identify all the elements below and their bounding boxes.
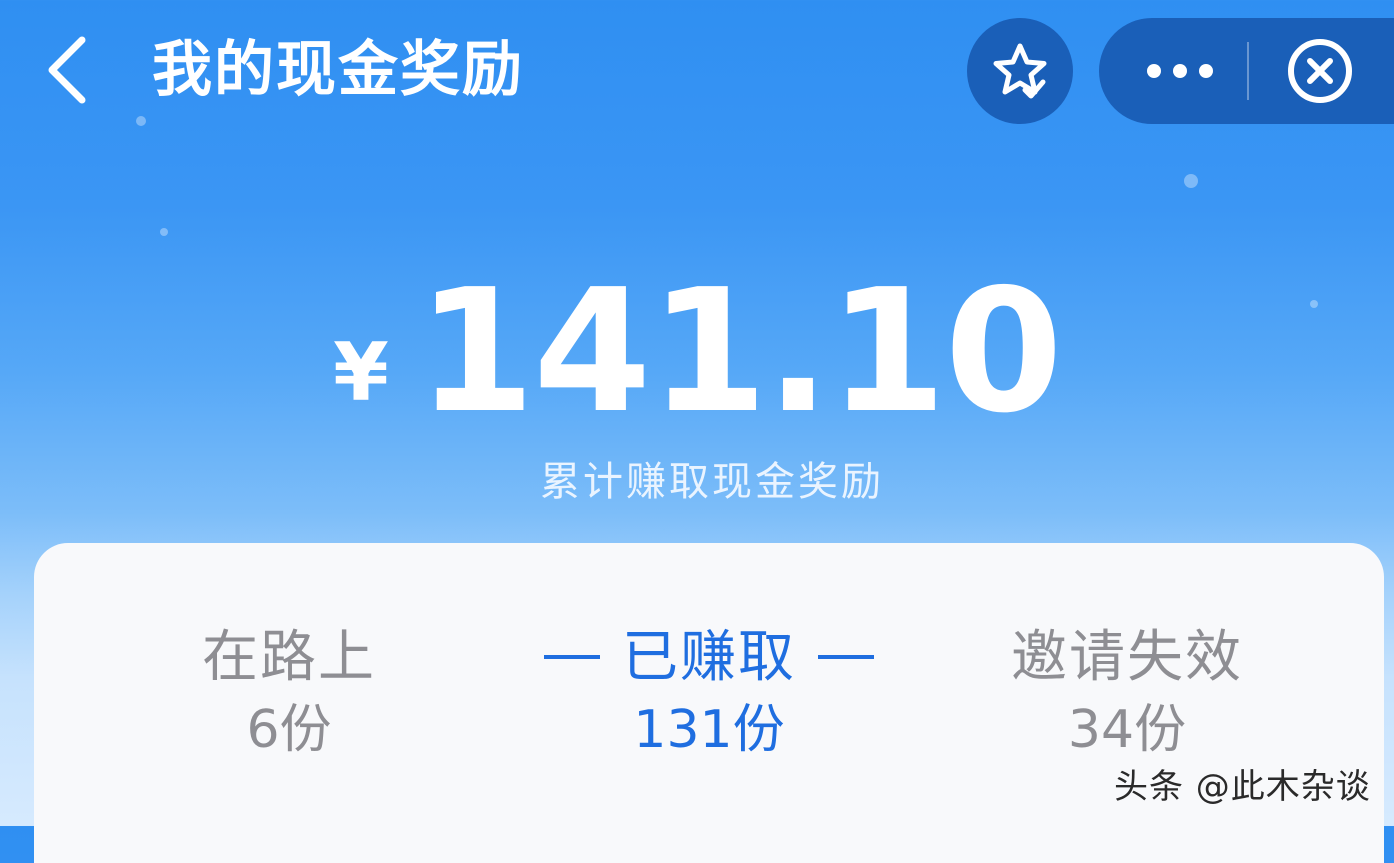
reward-amount: ¥141.10 bbox=[0, 262, 1394, 442]
page-title: 我的现金奖励 bbox=[152, 35, 524, 105]
navigation-bar: 我的现金奖励 bbox=[0, 0, 1394, 140]
chevron-left-icon bbox=[48, 36, 86, 104]
active-indicator-right bbox=[818, 654, 874, 659]
close-button[interactable] bbox=[1249, 18, 1394, 124]
more-button[interactable] bbox=[1099, 18, 1247, 124]
watermark: 头条 @此木杂谈 bbox=[1114, 767, 1371, 807]
tab-invite-expired[interactable]: 邀请失效 34份 bbox=[927, 623, 1327, 767]
favorite-button[interactable] bbox=[967, 18, 1073, 124]
tab-label: 在路上 bbox=[202, 625, 376, 690]
amount-label: 累计赚取现金奖励 bbox=[540, 459, 884, 505]
reward-status-card: 在路上 6份 已赚取 131份 邀请失效 34份 bbox=[34, 543, 1384, 863]
mini-program-capsule bbox=[1099, 18, 1394, 124]
page: { "header": { "title": "我的现金奖励", "back_i… bbox=[0, 0, 1394, 863]
tab-count: 34份 bbox=[1067, 700, 1187, 760]
tab-earned[interactable]: 已赚取 131份 bbox=[509, 623, 909, 767]
decorative-dot bbox=[160, 228, 168, 236]
amount-value: 141.10 bbox=[416, 253, 1063, 451]
star-icon bbox=[993, 43, 1047, 99]
back-button[interactable] bbox=[38, 30, 98, 110]
tab-label: 已赚取 bbox=[622, 625, 796, 690]
currency-symbol: ¥ bbox=[333, 326, 389, 419]
tab-count: 131份 bbox=[633, 700, 785, 760]
decorative-dot bbox=[1184, 174, 1198, 188]
tab-in-transit[interactable]: 在路上 6份 bbox=[89, 623, 489, 767]
close-circle-icon bbox=[1288, 39, 1352, 103]
tab-count: 6份 bbox=[246, 700, 332, 760]
active-indicator-left bbox=[544, 654, 600, 659]
tab-label-row: 已赚取 bbox=[509, 623, 909, 693]
tab-label: 邀请失效 bbox=[1011, 625, 1243, 690]
